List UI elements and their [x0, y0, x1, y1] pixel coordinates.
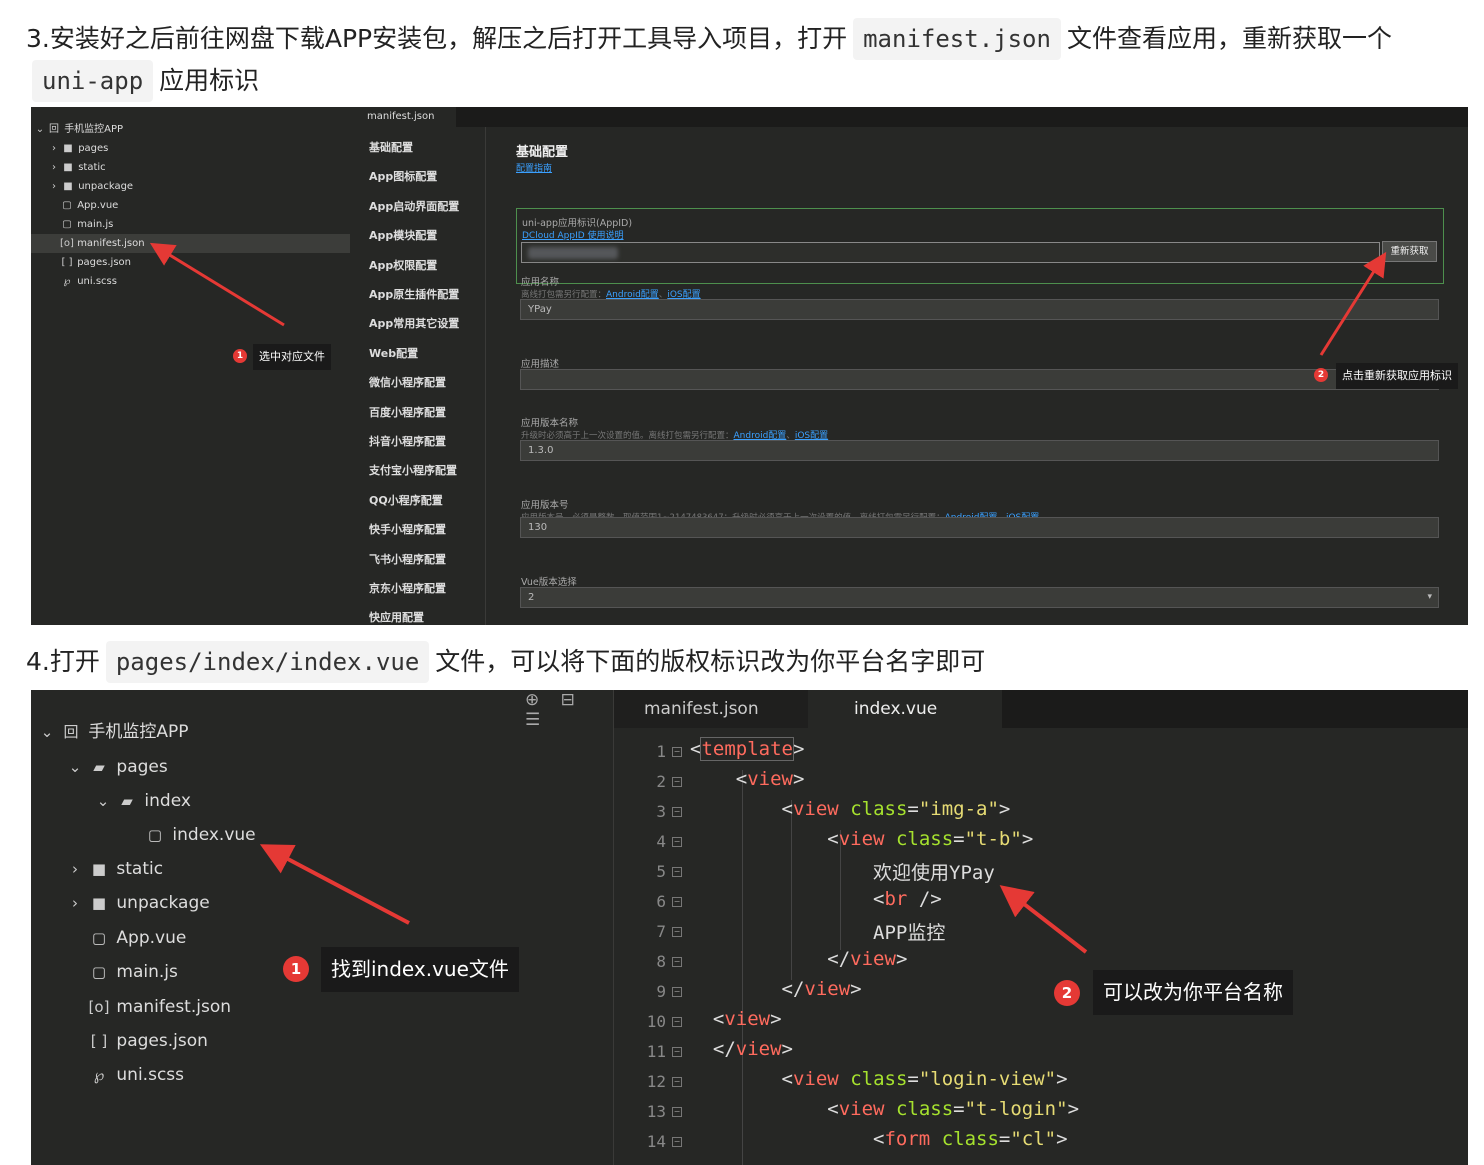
step4-text: 4.打开 pages/index/index.vue 文件，可以将下面的版权标识改为…: [26, 641, 1474, 683]
arrow-2: [1319, 251, 1387, 356]
step3-before: 3.安装好之后前往网盘下载APP安装包，解压之后打开工具导入项目，打开: [26, 24, 848, 53]
step3-text: 3.安装好之后前往网盘下载APP安装包，解压之后打开工具导入项目，打开 manif…: [26, 18, 1474, 102]
index-vue-screenshot: ⊕ ⊟ ☰ ⌄ 回 手机监控APP ⌄ ▰ pages ⌄ ▰ index ▢ index…: [31, 690, 1468, 1165]
annotation-arrows: [149, 242, 1387, 356]
step4-before: 4.打开: [26, 647, 100, 676]
step3-middle: 文件查看应用，重新获取一个: [1066, 24, 1392, 53]
manifest-screenshot: ⌄ 回 手机监控APP › ■ pages › ■ static › ■ unpackage ▢…: [31, 107, 1468, 625]
index-vue-code: pages/index/index.vue: [105, 641, 430, 683]
uniapp-code: uni-app: [32, 60, 154, 102]
arrow-1: [149, 242, 285, 327]
step3-after: 应用标识: [159, 66, 260, 95]
arrow-4: [999, 885, 1088, 954]
step4-after: 文件，可以将下面的版权标识改为你平台名字即可: [435, 647, 986, 676]
manifest-code: manifest.json: [853, 18, 1061, 60]
arrow-3: [259, 844, 410, 925]
annotation-arrows-2: [259, 844, 1088, 954]
page: 3.安装好之后前往网盘下载APP安装包，解压之后打开工具导入项目，打开 manif…: [0, 0, 1484, 1165]
